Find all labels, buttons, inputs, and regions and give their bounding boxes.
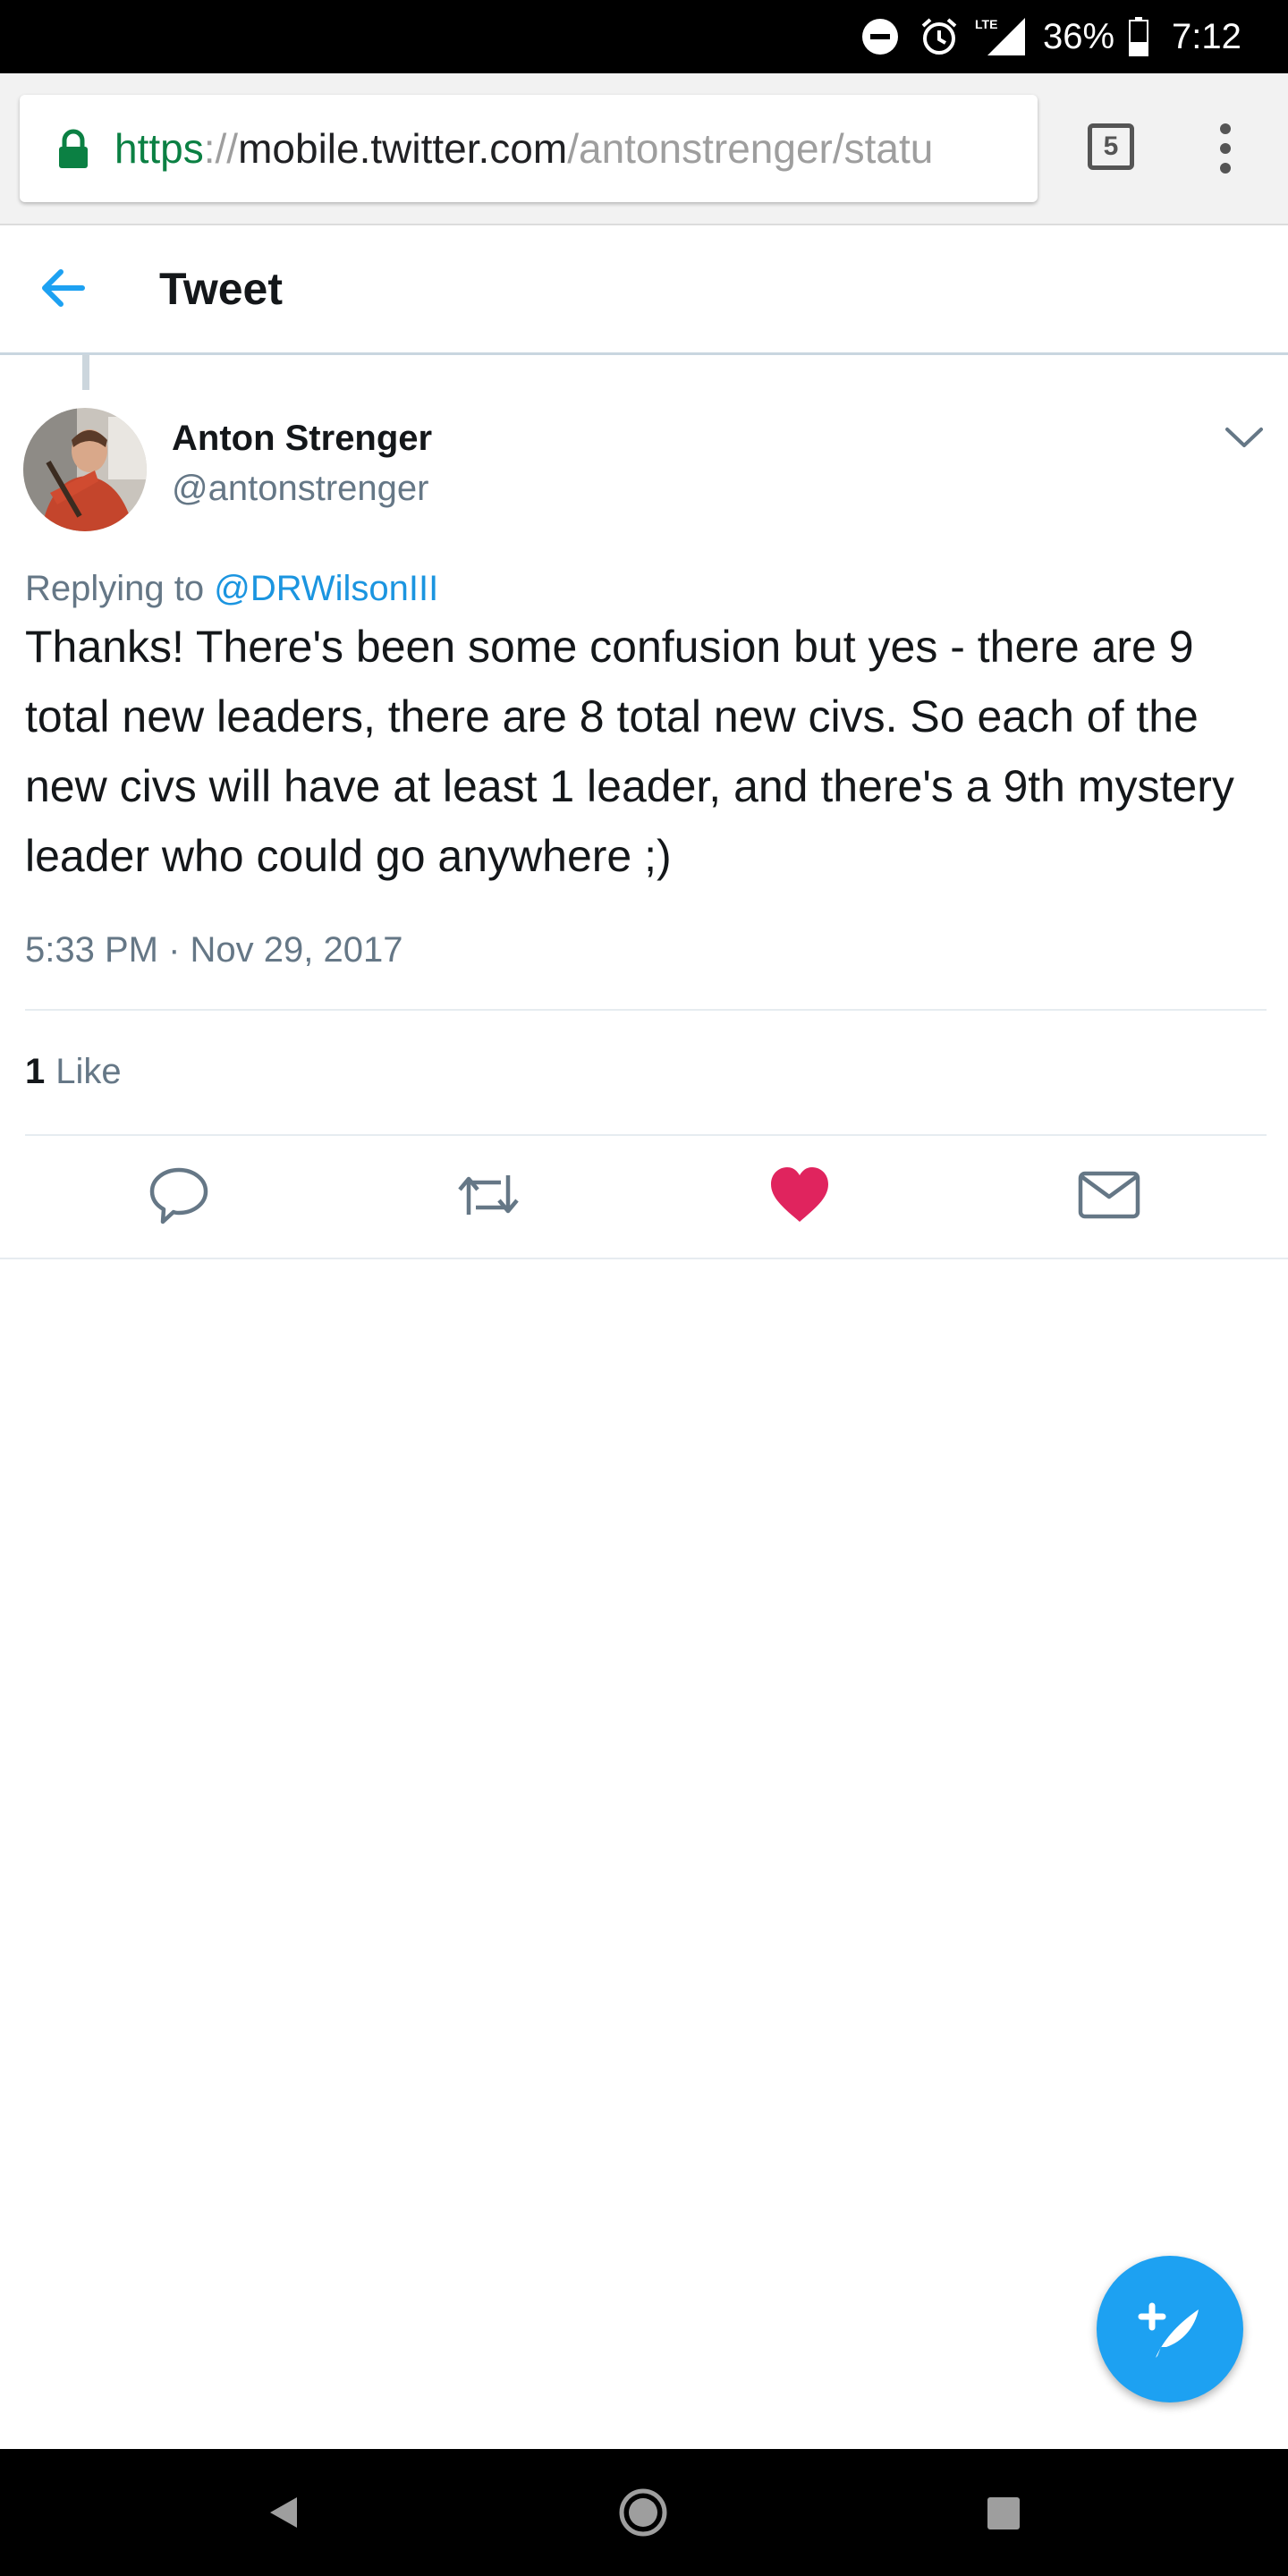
envelope-icon[interactable] <box>1077 1163 1141 1227</box>
url-scheme: https <box>114 125 204 172</box>
clock: 7:12 <box>1172 16 1241 56</box>
divider <box>0 1258 1288 1259</box>
alarm-icon <box>918 0 961 73</box>
divider <box>25 1134 1267 1136</box>
chevron-down-icon[interactable] <box>1222 420 1267 456</box>
author-handle[interactable]: @antonstrenger <box>172 469 428 509</box>
battery-icon <box>1129 0 1148 73</box>
reply-context: Replying to @DRWilsonIII <box>25 569 438 609</box>
like-count-number: 1 <box>25 1052 46 1091</box>
likes-count[interactable]: 1 Like <box>25 1052 122 1092</box>
avatar[interactable] <box>23 408 147 531</box>
back-arrow-icon[interactable] <box>36 261 89 315</box>
status-bar: LTE 36% 7:12 <box>0 0 1288 73</box>
url-host: mobile.twitter.com <box>238 125 568 172</box>
url-separator: :// <box>203 125 239 172</box>
feather-plus-icon <box>1138 2302 1199 2358</box>
do-not-disturb-icon <box>860 0 900 73</box>
overflow-menu-icon[interactable] <box>1208 120 1243 177</box>
replying-label: Replying to <box>25 569 205 608</box>
nav-recents-icon[interactable] <box>971 2481 1034 2544</box>
url-path: /antonstrenger/statu <box>567 125 934 172</box>
divider <box>25 1009 1267 1011</box>
page-title: Tweet <box>159 264 283 314</box>
url-text[interactable]: https://mobile.twitter.com/antonstrenger… <box>114 95 1027 202</box>
heart-icon[interactable] <box>767 1163 832 1227</box>
battery-percent: 36% <box>1043 16 1115 56</box>
thread-connector <box>82 354 89 390</box>
nav-home-icon[interactable] <box>612 2481 674 2544</box>
author-name[interactable]: Anton Strenger <box>172 419 432 459</box>
lock-icon <box>55 129 91 174</box>
tweet-timestamp[interactable]: 5:33 PM · Nov 29, 2017 <box>25 930 402 970</box>
reply-mention-link[interactable]: @DRWilsonIII <box>214 569 438 608</box>
nav-back-icon[interactable] <box>250 2481 313 2544</box>
address-bar[interactable]: https://mobile.twitter.com/antonstrenger… <box>20 95 1038 202</box>
reply-icon[interactable] <box>147 1163 211 1227</box>
tweet-text: Thanks! There's been some confusion but … <box>25 622 1234 881</box>
tab-switcher-button[interactable]: 5 <box>1088 123 1134 170</box>
lte-signal-icon: LTE <box>973 0 1027 73</box>
retweet-icon[interactable] <box>456 1163 521 1227</box>
like-count-label: Like <box>55 1052 122 1091</box>
app-header: Tweet <box>0 225 1288 355</box>
network-type: LTE <box>975 17 997 31</box>
browser-toolbar: https://mobile.twitter.com/antonstrenger… <box>0 73 1288 225</box>
system-nav-bar <box>0 2449 1288 2576</box>
compose-tweet-button[interactable] <box>1097 2256 1243 2402</box>
